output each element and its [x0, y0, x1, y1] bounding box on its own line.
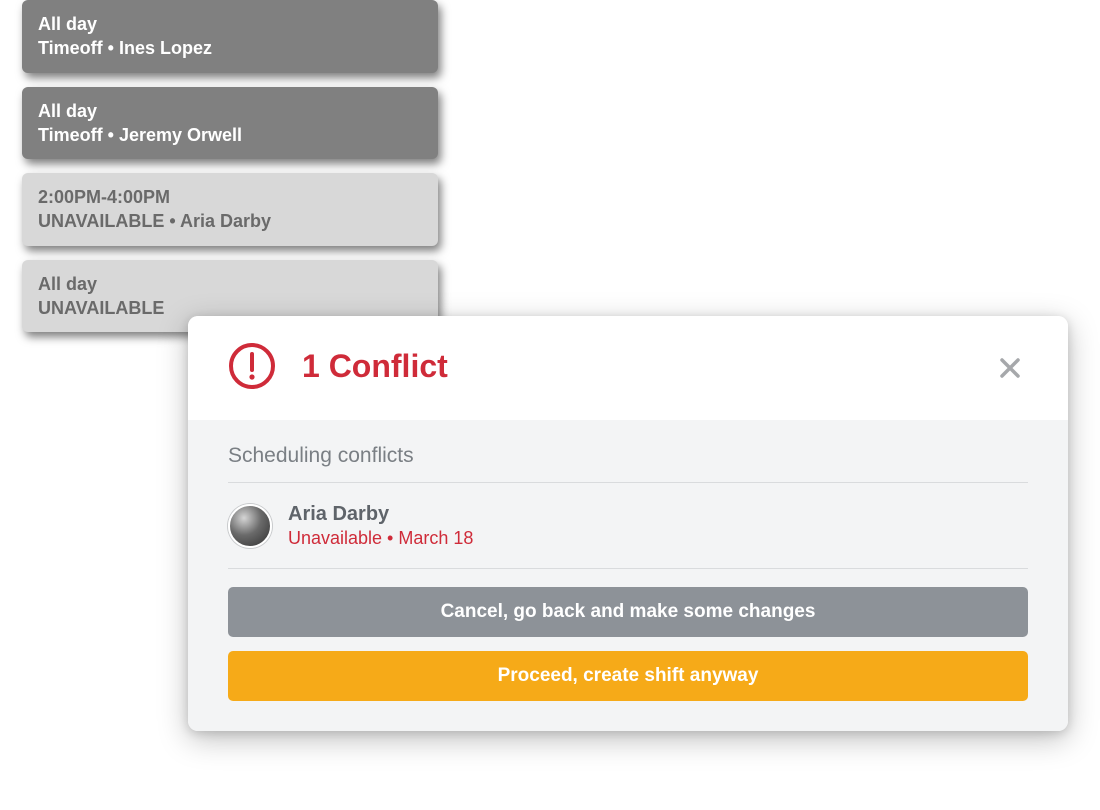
avatar	[228, 504, 272, 548]
event-time: All day	[38, 12, 422, 36]
dialog-title: 1 Conflict	[302, 348, 448, 385]
close-icon	[998, 356, 1022, 380]
divider	[228, 568, 1028, 569]
alert-icon	[228, 342, 276, 390]
close-button[interactable]	[992, 350, 1028, 386]
event-time: 2:00PM-4:00PM	[38, 185, 422, 209]
event-card[interactable]: All day Timeoff • Ines Lopez	[22, 0, 438, 73]
dialog-actions: Cancel, go back and make some changes Pr…	[228, 587, 1028, 701]
event-card[interactable]: All day Timeoff • Jeremy Orwell	[22, 87, 438, 160]
dialog-body: Scheduling conflicts Aria Darby Unavaila…	[188, 420, 1068, 731]
conflict-person-name: Aria Darby	[288, 501, 473, 527]
event-label: Timeoff • Jeremy Orwell	[38, 123, 422, 147]
events-column: All day Timeoff • Ines Lopez All day Tim…	[22, 0, 438, 346]
section-title: Scheduling conflicts	[228, 444, 1028, 482]
event-time: All day	[38, 272, 422, 296]
event-label: Timeoff • Ines Lopez	[38, 36, 422, 60]
conflict-row: Aria Darby Unavailable • March 18	[228, 483, 1028, 568]
conflict-reason: Unavailable • March 18	[288, 527, 473, 550]
proceed-button[interactable]: Proceed, create shift anyway	[228, 651, 1028, 701]
conflict-text: Aria Darby Unavailable • March 18	[288, 501, 473, 550]
event-label: UNAVAILABLE • Aria Darby	[38, 209, 422, 233]
conflict-dialog: 1 Conflict Scheduling conflicts Aria Dar…	[188, 316, 1068, 731]
cancel-button[interactable]: Cancel, go back and make some changes	[228, 587, 1028, 637]
event-card[interactable]: 2:00PM-4:00PM UNAVAILABLE • Aria Darby	[22, 173, 438, 246]
dialog-header: 1 Conflict	[188, 316, 1068, 420]
event-time: All day	[38, 99, 422, 123]
